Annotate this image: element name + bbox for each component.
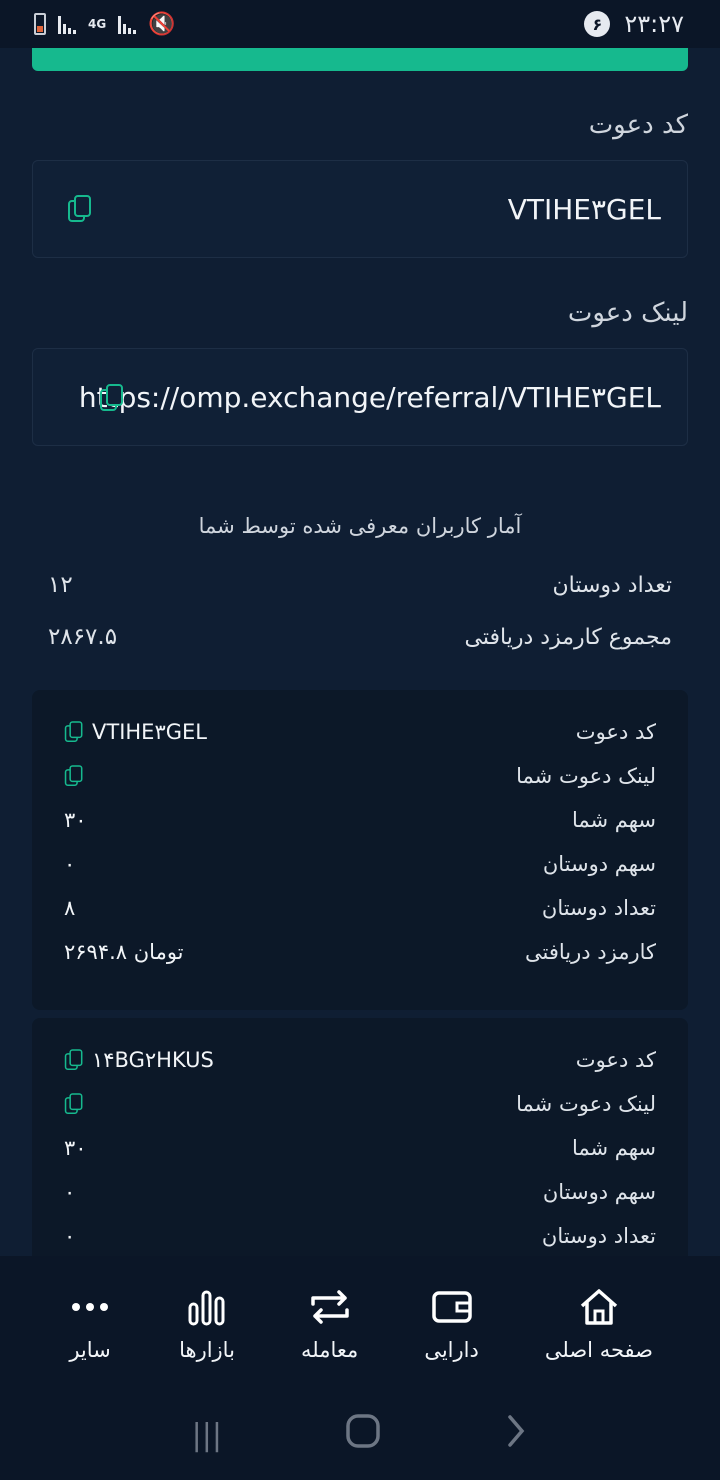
- card-row-fee: کارمزد دریافتی ۲۶۹۴.۸ تومان: [64, 930, 656, 974]
- invite-code-field: VTIHE۳GEL: [32, 160, 688, 258]
- invite-link-value: https://omp.exchange/referral/VTIHE۳GEL: [78, 380, 661, 414]
- card-code-value: ۱۴BG۲HKUS: [92, 1048, 214, 1072]
- bar-chart-icon: [188, 1290, 225, 1326]
- network-type: 4G: [88, 16, 107, 31]
- nav-home-label: صفحه اصلی: [544, 1338, 653, 1362]
- back-icon[interactable]: [504, 1413, 528, 1457]
- card-code-label: کد دعوت: [575, 720, 656, 744]
- card-share-label: سهم شما: [571, 1136, 656, 1160]
- card-code-value: VTIHE۳GEL: [92, 720, 207, 744]
- card-code-label: کد دعوت: [575, 1048, 656, 1072]
- card-row-share: سهم شما ۳۰: [64, 798, 656, 842]
- card-row-friends-count: تعداد دوستان ۰: [64, 1214, 656, 1256]
- invite-code-value: VTIHE۳GEL: [507, 192, 661, 226]
- card-friends-share-label: سهم دوستان: [542, 1180, 656, 1204]
- notification-badge: ۶: [584, 11, 611, 37]
- card-row-friends-share: سهم دوستان ۰: [64, 842, 656, 886]
- card-row-link: لینک دعوت شما: [64, 754, 656, 798]
- nav-trade[interactable]: معامله: [301, 1284, 358, 1362]
- card-fee-value: ۲۶۹۴.۸ تومان: [64, 940, 184, 964]
- wallet-icon: [431, 1291, 472, 1323]
- card-link-label: لینک دعوت شما: [516, 1092, 656, 1116]
- home-icon: [580, 1289, 618, 1325]
- card-row-code: کد دعوت ۱۴BG۲HKUS: [64, 1038, 656, 1082]
- status-icons: 4G 🔇: [34, 12, 176, 37]
- signal-icon-2: [118, 14, 137, 34]
- card-row-friends-share: سهم دوستان ۰: [64, 1170, 656, 1214]
- battery-icon: [34, 13, 46, 35]
- referral-card: کد دعوت VTIHE۳GEL لینک دعوت شما سهم شما …: [32, 690, 688, 1010]
- mute-icon: 🔇: [148, 11, 176, 37]
- card-link-label: لینک دعوت شما: [516, 764, 656, 788]
- card-friends-count-label: تعداد دوستان: [541, 896, 656, 920]
- nav-markets-label: بازارها: [179, 1338, 235, 1362]
- card-share-value: ۳۰: [64, 1136, 87, 1160]
- card-friends-count-value: ۸: [64, 896, 76, 920]
- stat-row-friends: ۱۲ تعداد دوستان: [48, 572, 672, 598]
- card-friends-share-label: سهم دوستان: [542, 852, 656, 876]
- friends-count-value: ۱۲: [48, 572, 73, 598]
- stat-row-fee: ۲۸۶۷.۵ مجموع کارمزد دریافتی: [48, 624, 672, 650]
- card-share-value: ۳۰: [64, 808, 87, 832]
- copy-icon[interactable]: [64, 720, 84, 744]
- copy-icon[interactable]: [99, 383, 125, 413]
- system-nav: |||: [0, 1390, 720, 1480]
- total-fee-value: ۲۸۶۷.۵: [48, 624, 118, 650]
- clock: ۲۳:۲۷: [624, 10, 684, 38]
- more-icon: [72, 1303, 109, 1311]
- card-row-share: سهم شما ۳۰: [64, 1126, 656, 1170]
- swap-icon: [310, 1290, 349, 1324]
- invite-link-label: لینک دعوت: [567, 298, 688, 328]
- friends-count-label: تعداد دوستان: [552, 572, 672, 598]
- invite-code-label: کد دعوت: [588, 110, 688, 140]
- nav-assets-label: دارایی: [424, 1338, 479, 1362]
- accent-banner: [32, 48, 688, 71]
- nav-assets[interactable]: دارایی: [424, 1284, 479, 1362]
- copy-icon[interactable]: [67, 194, 93, 224]
- recent-apps-icon[interactable]: |||: [192, 1418, 222, 1453]
- total-fee-label: مجموع کارمزد دریافتی: [464, 624, 672, 650]
- card-friends-share-value: ۰: [64, 1180, 76, 1204]
- nav-home[interactable]: صفحه اصلی: [545, 1284, 653, 1362]
- copy-icon[interactable]: [64, 1048, 84, 1072]
- card-fee-label: کارمزد دریافتی: [524, 940, 656, 964]
- card-friends-share-value: ۰: [64, 852, 76, 876]
- card-friends-count-value: ۰: [64, 1224, 76, 1248]
- signal-icon: [58, 14, 76, 34]
- stats-title: آمار کاربران معرفی شده توسط شما: [198, 514, 522, 538]
- card-share-label: سهم شما: [571, 808, 656, 832]
- card-row-link: لینک دعوت شما: [64, 1082, 656, 1126]
- nav-trade-label: معامله: [301, 1338, 359, 1362]
- copy-icon[interactable]: [64, 764, 84, 788]
- invite-link-field: https://omp.exchange/referral/VTIHE۳GEL: [32, 348, 688, 446]
- status-bar: 4G 🔇 ۶ ۲۳:۲۷: [0, 0, 720, 48]
- card-row-friends-count: تعداد دوستان ۸: [64, 886, 656, 930]
- nav-markets[interactable]: بازارها: [179, 1284, 235, 1362]
- card-row-code: کد دعوت VTIHE۳GEL: [64, 710, 656, 754]
- copy-icon[interactable]: [64, 1092, 84, 1116]
- nav-more[interactable]: سایر: [67, 1284, 113, 1362]
- card-friends-count-label: تعداد دوستان: [541, 1224, 656, 1248]
- bottom-nav: صفحه اصلی دارایی معامله بازارها سایر: [0, 1256, 720, 1390]
- referral-card: کد دعوت ۱۴BG۲HKUS لینک دعوت شما سهم شما …: [32, 1018, 688, 1256]
- home-button-icon[interactable]: [345, 1413, 381, 1457]
- nav-more-label: سایر: [69, 1338, 111, 1362]
